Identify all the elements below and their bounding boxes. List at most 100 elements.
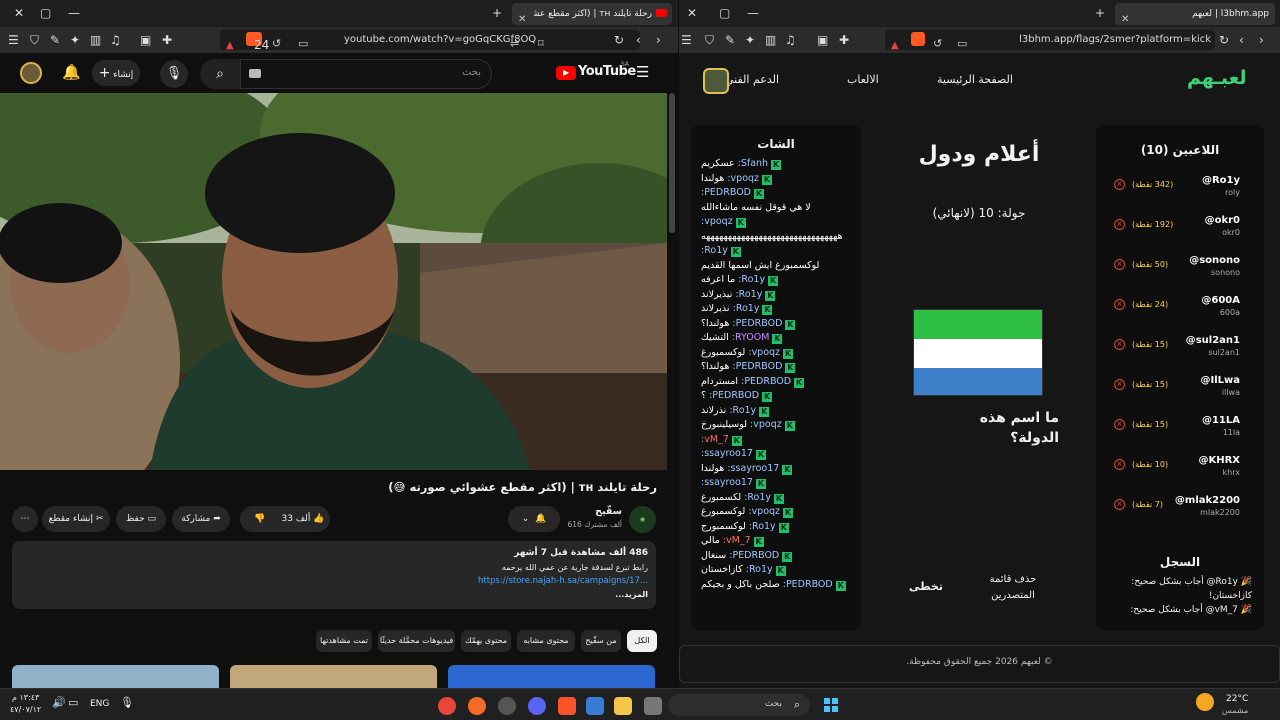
remove-player-icon[interactable]: ×	[1114, 379, 1125, 390]
screenshot-icon[interactable]: ▣	[140, 27, 151, 53]
shield-icon[interactable]: ⛉	[30, 27, 39, 53]
file-explorer-icon[interactable]	[614, 697, 632, 715]
forward-icon[interactable]: ›	[656, 27, 661, 53]
hamburger-menu-icon[interactable]: ☰	[636, 63, 649, 81]
chip-from-channel[interactable]: من سقّيح	[581, 630, 621, 652]
remove-player-icon[interactable]: ×	[1114, 459, 1125, 470]
search-icon[interactable]: ⌕	[200, 59, 240, 89]
refresh-icon[interactable]: ↻	[1219, 27, 1229, 53]
music-icon[interactable]: ♫	[110, 27, 121, 53]
create-button[interactable]: + إنشاء	[92, 60, 140, 86]
minimize-icon[interactable]: —	[68, 0, 80, 26]
close-window-icon[interactable]: ✕	[14, 0, 24, 26]
music-icon[interactable]: ♫	[785, 27, 796, 53]
start-windows-icon[interactable]	[824, 697, 838, 712]
like-button[interactable]: 33 ألف 👍	[278, 506, 328, 532]
language-indicator[interactable]: ENG	[90, 699, 109, 709]
back-icon[interactable]: ‹	[636, 27, 641, 53]
chrome-icon[interactable]	[438, 697, 456, 715]
nav-home[interactable]: الصفحة الرئيسية	[937, 73, 1013, 86]
puzzle-icon[interactable]: ✚	[162, 27, 172, 53]
remove-player-icon[interactable]: ×	[1114, 219, 1125, 230]
video-player[interactable]	[0, 93, 667, 470]
channel-avatar[interactable]: ◉	[629, 506, 656, 533]
refresh-icon[interactable]: ↻	[614, 27, 624, 53]
clock-time[interactable]: ١٣:٤٣ م	[12, 693, 39, 702]
firefox-icon[interactable]	[468, 697, 486, 715]
save-button[interactable]: حفظ ▭	[116, 506, 166, 532]
recommended-thumbnail[interactable]	[12, 665, 219, 688]
new-tab-icon[interactable]: +	[1095, 0, 1105, 26]
brave-shield-icon[interactable]	[911, 32, 925, 46]
address-bar[interactable]: ▲ ↺ ▭ l3bhm.app/flags/2smer?platform=kic…	[885, 30, 1215, 51]
chip-recent[interactable]: فيديوهات محمَّلة حديثًا	[378, 630, 455, 652]
user-avatar[interactable]	[703, 68, 729, 94]
menu-icon[interactable]: ☰	[8, 27, 19, 53]
tab-youtube[interactable]: ✕ رحلة تايلند ᴛʜ | (اكثر مقطع عشوائي صور…	[512, 3, 672, 25]
volume-icon[interactable]: 🔊	[52, 696, 66, 709]
maximize-icon[interactable]: ▢	[40, 0, 51, 26]
discord-icon[interactable]	[528, 697, 546, 715]
keyboard-icon[interactable]	[249, 69, 261, 78]
brave-icon[interactable]	[558, 697, 576, 715]
weather-icon[interactable]	[1196, 693, 1214, 711]
forward-icon[interactable]: ›	[1259, 27, 1264, 53]
wand-icon[interactable]: ✎	[725, 27, 735, 53]
network-icon[interactable]: ▭	[68, 696, 78, 709]
wand-icon[interactable]: ✎	[50, 27, 60, 53]
obs-icon[interactable]	[498, 697, 516, 715]
description-link[interactable]: https://store.najah-h.sa/campaigns/17...	[478, 576, 648, 586]
taskbar-search-input[interactable]: ⌕ بحث	[668, 694, 810, 716]
nav-games[interactable]: الالعاب	[847, 73, 879, 86]
remove-player-icon[interactable]: ×	[1114, 419, 1125, 430]
extension-icon[interactable]: ✦	[745, 27, 755, 53]
minimize-icon[interactable]: —	[747, 0, 759, 26]
clear-leaderboard-button[interactable]: حذف قائمة المتصدرين	[973, 572, 1053, 604]
search-input[interactable]: بحث	[240, 59, 492, 89]
microphone-icon[interactable]: 🎙	[120, 696, 134, 709]
chip-similar[interactable]: محتوى مشابه	[517, 630, 575, 652]
chip-watched[interactable]: تمت مشاهدتها	[316, 630, 372, 652]
share-button[interactable]: مشاركة ➦	[172, 506, 230, 532]
clip-button[interactable]: إنشاء مقطع ✂	[42, 506, 110, 532]
recommended-thumbnail[interactable]	[230, 665, 437, 688]
brave-shield-icon[interactable]: 24	[246, 32, 269, 52]
site-logo[interactable]: لعبـهم	[1187, 67, 1247, 89]
remove-player-icon[interactable]: ×	[1114, 179, 1125, 190]
more-actions-button[interactable]: ⋯	[12, 506, 38, 532]
address-bar[interactable]: ▲ 24 ↺ ▭ youtube.com/watch?v=goGqCKGf8OQ…	[220, 30, 640, 52]
tab-l3bhm[interactable]: ✕ لعبهم | l3bhm.app	[1115, 3, 1275, 25]
channel-name[interactable]: سقّيح	[570, 506, 622, 517]
show-more-link[interactable]: ...المزيد	[615, 590, 648, 599]
subscribe-bell-button[interactable]: ⌄ 🔔	[508, 506, 560, 532]
remove-player-icon[interactable]: ×	[1114, 299, 1125, 310]
sidebar-icon[interactable]: ▥	[765, 27, 776, 53]
nav-support[interactable]: الدعم الفني	[725, 73, 779, 86]
new-tab-icon[interactable]: +	[492, 0, 502, 26]
dislike-icon[interactable]: 👎	[242, 506, 278, 532]
remove-player-icon[interactable]: ×	[1114, 339, 1125, 350]
close-window-icon[interactable]: ✕	[687, 0, 697, 26]
menu-icon[interactable]: ☰	[681, 27, 692, 53]
chip-all[interactable]: الكل	[627, 630, 657, 652]
remove-player-icon[interactable]: ×	[1114, 259, 1125, 270]
sidebar-icon[interactable]: ▥	[90, 27, 101, 53]
remove-player-icon[interactable]: ×	[1114, 499, 1125, 510]
voice-search-icon[interactable]: 🎙	[160, 60, 188, 88]
shield-icon[interactable]: ⛉	[705, 27, 714, 53]
puzzle-icon[interactable]: ✚	[839, 27, 849, 53]
page-scrollbar[interactable]	[669, 93, 675, 233]
skip-button[interactable]: تخطى	[901, 580, 951, 593]
chip-for-you[interactable]: محتوى يهمّك	[461, 630, 511, 652]
clock-date[interactable]: ٤٧/٠٧/١٢	[10, 705, 41, 714]
extension-icon[interactable]: ✦	[70, 27, 80, 53]
reload-page-icon[interactable]: ↺	[933, 31, 942, 57]
description-box[interactable]: 486 ألف مشاهدة قبل 7 أشهر رابط تبرع لسدق…	[12, 541, 656, 609]
maximize-icon[interactable]: ▢	[719, 0, 730, 26]
recommended-thumbnail[interactable]	[448, 665, 655, 688]
back-icon[interactable]: ‹	[1239, 27, 1244, 53]
notifications-icon[interactable]: 🔔	[62, 63, 81, 81]
avatar[interactable]	[20, 62, 42, 84]
youtube-logo-icon[interactable]: ▶	[556, 66, 576, 80]
screenshot-icon[interactable]: ▣	[817, 27, 828, 53]
